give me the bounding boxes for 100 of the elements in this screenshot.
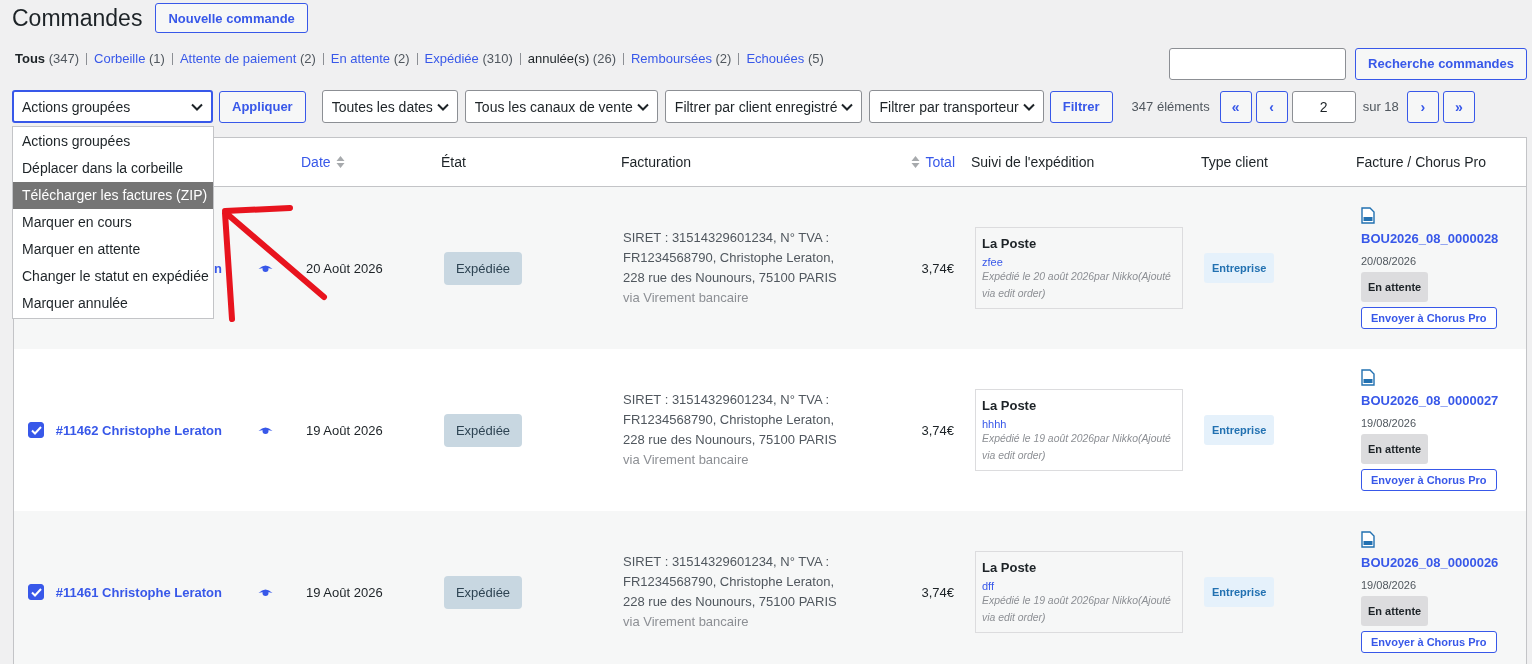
status-count: (347)	[48, 51, 80, 66]
order-date: 19 Août 2026	[305, 584, 384, 600]
search-field[interactable]	[1169, 47, 1347, 80]
invoice-status: En attente	[1361, 596, 1429, 626]
first-page-button[interactable]: «	[1219, 90, 1252, 123]
filter-select[interactable]: Filtrer par transporteur	[869, 90, 1044, 123]
bulk-actions-select[interactable]: Actions groupées	[12, 90, 213, 123]
invoice-date: 19/08/2026	[1361, 579, 1417, 591]
invoice-status: En attente	[1361, 434, 1429, 464]
status-count: (2)	[393, 51, 410, 66]
payment-method: via Virement bancaire	[623, 613, 750, 631]
page-field[interactable]: 2	[1291, 90, 1356, 123]
order-status: Expédiée	[444, 575, 522, 609]
search-button[interactable]: Recherche commandes	[1355, 47, 1527, 80]
status-filter-link[interactable]: Expédiée	[424, 51, 479, 66]
chevron-down-icon	[191, 102, 203, 111]
row-checkbox[interactable]	[28, 422, 44, 438]
filter-button[interactable]: Filtrer	[1049, 90, 1113, 123]
invoice-link[interactable]: BOU2026_08_0000028	[1361, 231, 1499, 246]
status-count: (310)	[482, 51, 513, 66]
carrier-name: La Poste	[982, 236, 1038, 251]
send-chorus-button[interactable]: Envoyer à Chorus Pro	[1361, 469, 1497, 491]
menu-option[interactable]: Marquer annulée	[13, 290, 213, 317]
chevron-down-icon	[436, 102, 449, 111]
chevron-down-icon	[1022, 102, 1035, 111]
column-header: Type client	[1201, 154, 1268, 170]
order-link[interactable]: #11461 Christophe Leraton	[55, 584, 222, 600]
order-total: 3,74€	[920, 260, 955, 276]
payment-method: via Virement bancaire	[623, 451, 750, 469]
status-count: (26)	[592, 51, 616, 66]
order-total: 3,74€	[920, 422, 955, 438]
menu-option[interactable]: Télécharger les factures (ZIP)	[13, 182, 213, 209]
column-header[interactable]: Total	[925, 154, 955, 170]
status-count: (5)	[807, 51, 824, 66]
pdf-file-icon[interactable]	[1361, 369, 1375, 386]
menu-option[interactable]: Marquer en cours	[13, 209, 213, 236]
page-title: Commandes	[12, 4, 143, 32]
status-filter-link[interactable]: Remboursées	[630, 51, 712, 66]
apply-button[interactable]: Appliquer	[219, 90, 306, 123]
order-status: Expédiée	[444, 413, 522, 447]
filter-select[interactable]: Tous les canaux de vente	[464, 90, 658, 123]
billing-address: SIRET : 31514329601234, N° TVA : FR1234568790, Christophe Leraton, 228 rue des Nounours, 75100 PARIS	[623, 229, 838, 287]
eye-icon[interactable]	[258, 425, 273, 435]
tracking-link[interactable]: dff	[982, 580, 1176, 592]
menu-option[interactable]: Changer le statut en expédiée	[13, 263, 213, 290]
client-type: Entreprise	[1204, 253, 1275, 283]
menu-option[interactable]: Déplacer dans la corbeille	[13, 155, 213, 182]
next-page-button[interactable]: ›	[1406, 90, 1439, 123]
column-header: Facture / Chorus Pro	[1356, 154, 1486, 170]
order-date: 19 Août 2026	[305, 422, 384, 438]
filter-select[interactable]: Toutes les dates	[321, 90, 458, 123]
order-link[interactable]: #11462 Christophe Leraton	[55, 422, 222, 438]
invoice-link[interactable]: BOU2026_08_0000027	[1361, 393, 1499, 408]
order-status: Expédiée	[444, 251, 522, 285]
tracking-link[interactable]: zfee	[982, 256, 1176, 268]
filter-select[interactable]: Filtrer par client enregistré	[664, 90, 863, 123]
shipment-note: Expédié le 19 août 2026par Nikko(Ajouté via edit order)	[982, 432, 1172, 463]
page-total: sur 18	[1362, 99, 1399, 114]
order-total: 3,74€	[920, 584, 955, 600]
status-count: (2)	[299, 51, 316, 66]
chevron-down-icon	[636, 102, 649, 111]
column-header: Facturation	[621, 154, 692, 170]
last-page-button[interactable]: »	[1442, 90, 1475, 123]
carrier-name: La Poste	[982, 398, 1038, 413]
status-filter-link[interactable]: Corbeille	[94, 51, 146, 66]
billing-address: SIRET : 31514329601234, N° TVA : FR1234568790, Christophe Leraton, 228 rue des Nounours, 75100 PARIS	[623, 553, 838, 611]
shipment-note: Expédié le 20 août 2026par Nikko(Ajouté via edit order)	[982, 270, 1172, 301]
status-count: (1)	[149, 51, 165, 66]
carrier-name: La Poste	[982, 560, 1038, 575]
status-filter-link[interactable]: Echouées	[746, 51, 805, 66]
status-filter-link[interactable]: Attente de paiement	[179, 51, 297, 66]
menu-option[interactable]: Marquer en attente	[13, 236, 213, 263]
pdf-file-icon[interactable]	[1361, 531, 1375, 548]
invoice-link[interactable]: BOU2026_08_0000026	[1361, 555, 1499, 570]
menu-option[interactable]: Actions groupées	[13, 128, 213, 155]
billing-address: SIRET : 31514329601234, N° TVA : FR1234568790, Christophe Leraton, 228 rue des Nounours, 75100 PARIS	[623, 391, 838, 449]
status-filter-link[interactable]: En attente	[330, 51, 391, 66]
item-count: 347 éléments	[1131, 99, 1210, 114]
order-date: 20 Août 2026	[305, 260, 384, 276]
column-header: État	[441, 154, 466, 170]
row-checkbox[interactable]	[28, 584, 44, 600]
status-count: (2)	[715, 51, 732, 66]
tracking-link[interactable]: hhhh	[982, 418, 1176, 430]
eye-icon[interactable]	[258, 263, 273, 273]
eye-icon[interactable]	[258, 587, 273, 597]
column-header: Suivi de l'expédition	[971, 154, 1095, 170]
new-order-button[interactable]: Nouvelle commande	[155, 3, 308, 33]
client-type: Entreprise	[1204, 577, 1275, 607]
send-chorus-button[interactable]: Envoyer à Chorus Pro	[1361, 307, 1497, 329]
invoice-status: En attente	[1361, 272, 1429, 302]
invoice-date: 20/08/2026	[1361, 255, 1417, 267]
chevron-down-icon	[841, 102, 854, 111]
payment-method: via Virement bancaire	[623, 289, 750, 307]
pdf-file-icon[interactable]	[1361, 207, 1375, 224]
column-header[interactable]: Date	[301, 154, 331, 170]
invoice-date: 19/08/2026	[1361, 417, 1417, 429]
send-chorus-button[interactable]: Envoyer à Chorus Pro	[1361, 631, 1497, 653]
previous-page-button[interactable]: ‹	[1255, 90, 1288, 123]
client-type: Entreprise	[1204, 415, 1275, 445]
order-link[interactable]: n	[214, 260, 222, 276]
